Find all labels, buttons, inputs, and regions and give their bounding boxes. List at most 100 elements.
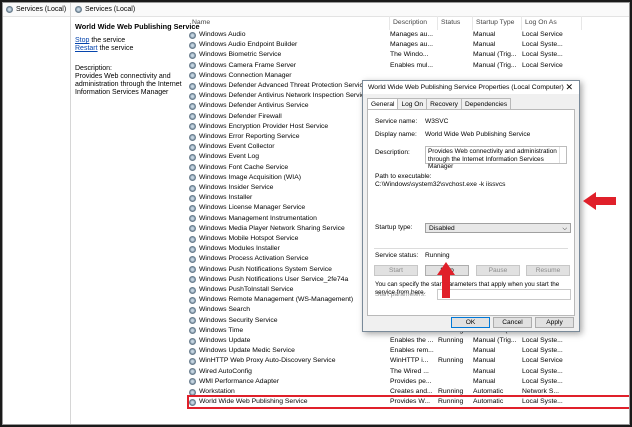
ok-button[interactable]: OK (451, 317, 490, 328)
extended-info-panel: World Wide Web Publishing Service Stop t… (75, 16, 200, 97)
path-value: C:\Windows\system32\svchost.exe -k iissv… (375, 181, 506, 188)
service-name-cell: WinHTTP Web Proxy Auto-Discovery Service (189, 356, 389, 366)
restart-service-link[interactable]: Restart (75, 45, 98, 52)
service-name-cell: Windows Push Notifications User Service_… (189, 275, 389, 285)
gear-icon (189, 204, 196, 212)
stop-action-text: the service (89, 37, 126, 44)
close-icon[interactable]: ✕ (565, 82, 573, 93)
column-header-description[interactable]: Description (390, 16, 438, 30)
gear-icon (189, 317, 196, 325)
pause-button[interactable]: Pause (476, 265, 520, 276)
service-name-cell: Windows Defender Antivirus Service (189, 101, 389, 111)
table-row[interactable]: Windows Update Enables the ... Running Manu… (189, 336, 629, 346)
service-name-cell: WMI Performance Adapter (189, 377, 389, 387)
service-startup-type: Manual (Trig... (473, 337, 517, 344)
description-field-text: Provides Web connectivity and administra… (428, 148, 557, 170)
gear-icon (189, 337, 196, 345)
description-field[interactable]: Provides Web connectivity and administra… (425, 146, 567, 170)
gear-icon (189, 82, 196, 90)
table-row[interactable]: Windows Camera Frame Server Enables mul..… (189, 61, 629, 71)
apply-button[interactable]: Apply (535, 317, 574, 328)
table-row[interactable]: Windows Audio Endpoint Builder Manages au… (189, 40, 629, 50)
tree-item-services-local[interactable]: Services (Local) (3, 3, 70, 17)
gear-icon (189, 92, 196, 100)
service-name: Windows Time (199, 326, 244, 334)
gear-icon (189, 368, 196, 376)
service-log-on-as: Local Syste... (522, 377, 563, 385)
description-field-label: Description: (375, 149, 410, 156)
service-status: Running (438, 388, 464, 395)
service-description: Creates and... (390, 388, 433, 395)
gear-icon (189, 133, 196, 141)
resume-button[interactable]: Resume (526, 265, 570, 276)
gear-icon (189, 276, 196, 284)
service-description: WinHTTP i... (390, 357, 429, 365)
service-name-cell: Windows Update (189, 336, 389, 346)
service-name-cell: Windows Management Instrumentation (189, 214, 389, 224)
service-description: Provides pe... (390, 377, 432, 385)
gear-icon (189, 62, 196, 70)
column-header-name[interactable]: Name (189, 16, 390, 30)
service-log-on-as: Local Service (522, 31, 563, 38)
service-name-cell: Windows Defender Advanced Threat Protect… (189, 81, 389, 91)
gear-icon (189, 378, 196, 386)
column-header-status[interactable]: Status (438, 16, 473, 30)
table-row[interactable]: WMI Performance Adapter Provides pe... Man… (189, 377, 629, 387)
table-row[interactable]: Wired AutoConfig The Wired ... Manual Local… (189, 367, 629, 377)
start-button[interactable]: Start (374, 265, 418, 276)
chevron-down-icon: ⌵ (562, 226, 567, 232)
gear-icon (189, 357, 196, 365)
service-name: Windows Media Player Network Sharing Ser… (199, 224, 345, 232)
service-status-label: Service status: (375, 252, 419, 259)
service-log-on-as: Local Syste... (522, 367, 563, 375)
service-name: Windows Installer (199, 194, 253, 202)
service-startup-type: Manual (473, 347, 496, 355)
pane-header: Services (Local) (71, 3, 629, 17)
table-row-selected[interactable]: World Wide Web Publishing Service Provide… (187, 395, 629, 410)
start-params-input[interactable] (437, 289, 571, 300)
gear-icon (189, 398, 196, 406)
service-status-value: Running (425, 252, 450, 259)
table-row[interactable]: Workstation Creates and... Running Automati… (189, 387, 629, 397)
column-header-log-on-as[interactable]: Log On As (522, 16, 582, 30)
service-name: Windows Mobile Hotspot Service (199, 235, 299, 242)
service-startup-type: Automatic (473, 388, 504, 395)
gear-icon (189, 286, 196, 294)
service-name-cell: Windows Event Log (189, 152, 389, 162)
service-name-cell: Windows Event Collector (189, 142, 389, 152)
gear-icon (189, 194, 196, 202)
service-name-cell: Workstation (189, 387, 389, 397)
service-name: Windows Font Cache Service (199, 163, 289, 171)
service-description: Manages au... (390, 31, 434, 38)
table-row[interactable]: Windows Update Medic Service Enables rem.… (189, 346, 629, 356)
table-row[interactable]: Windows Audio Manages au... Manual Local Se… (189, 30, 629, 40)
service-description: Enables the ... (390, 337, 434, 344)
stop-action: Stop the service (75, 37, 187, 45)
column-header-startup-type[interactable]: Startup Type (473, 16, 522, 30)
selected-service-title: World Wide Web Publishing Service (75, 22, 200, 31)
dialog-title: World Wide Web Publishing Service Proper… (368, 84, 564, 91)
table-row[interactable]: WinHTTP Web Proxy Auto-Discovery Service… (189, 356, 629, 366)
cancel-button[interactable]: Cancel (493, 317, 532, 328)
service-name-cell: Windows Biometric Service (189, 50, 389, 60)
display-name-label: Display name: (375, 131, 417, 138)
service-startup-type: Manual (473, 377, 496, 385)
service-name-cell: Windows Media Player Network Sharing Ser… (189, 224, 389, 234)
service-name: Windows Update (199, 337, 251, 344)
service-name-cell: Windows PushToInstall Service (189, 285, 389, 295)
service-name: Windows Update Medic Service (199, 347, 295, 355)
service-log-on-as: Local Syste... (522, 41, 563, 49)
table-row[interactable]: Windows Biometric Service The Windo... Man… (189, 50, 629, 60)
service-name-cell: Windows Installer (189, 193, 389, 203)
service-name-cell: Windows Audio (189, 30, 389, 40)
service-name: WMI Performance Adapter (199, 377, 280, 385)
description-scrollbar[interactable] (559, 147, 566, 163)
service-startup-type: Manual (473, 367, 496, 375)
stop-service-link[interactable]: Stop (75, 37, 89, 44)
gear-icon (189, 388, 196, 396)
gear-icon (189, 123, 196, 131)
restart-action: Restart the service (75, 45, 187, 53)
service-name-cell: Windows Insider Service (189, 183, 389, 193)
startup-type-select[interactable]: Disabled ⌵ (425, 223, 571, 233)
service-log-on-as: Local Syste... (522, 347, 563, 355)
